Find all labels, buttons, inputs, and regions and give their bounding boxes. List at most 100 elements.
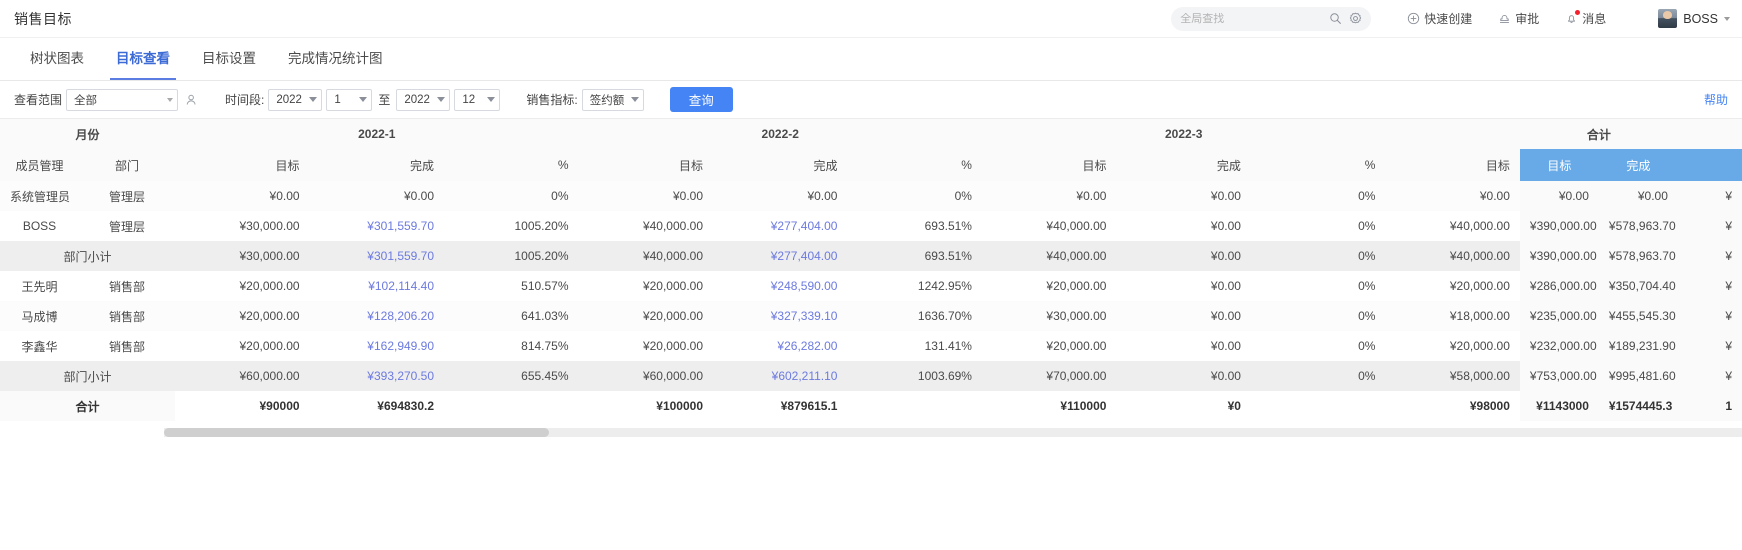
chevron-down-icon bbox=[167, 97, 174, 102]
m2-target-header: 目标 bbox=[578, 149, 713, 181]
cell-percent: 0% bbox=[847, 181, 982, 211]
scrollbar-thumb[interactable] bbox=[164, 428, 549, 437]
table-row[interactable]: 部门小计 ¥60,000.00 ¥393,270.50 655.45% ¥60,000.… bbox=[0, 361, 1742, 391]
cell-percent: 0% bbox=[1358, 339, 1376, 353]
cell-done[interactable]: ¥0.00 bbox=[1116, 211, 1250, 241]
table-row[interactable]: 李鑫华 销售部 ¥20,000.00 ¥162,949.90 814.75% ¥20,00… bbox=[0, 331, 1742, 361]
m4-target-header: 目标 bbox=[1385, 149, 1520, 181]
tab-completion-stats[interactable]: 完成情况统计图 bbox=[272, 38, 399, 80]
gear-icon[interactable] bbox=[1349, 12, 1362, 25]
header-right-section: 快速创建 审批 消息 BOSS bbox=[1171, 0, 1742, 37]
goal-table-container: 月份 2022-1 2022-2 2022-3 合计 成员管理 部门 目标 完成… bbox=[0, 119, 1742, 437]
approval-action[interactable]: 审批 bbox=[1498, 10, 1539, 27]
global-search-box[interactable] bbox=[1171, 6, 1372, 31]
cell-done[interactable]: ¥327,339.10 bbox=[713, 301, 848, 331]
cell-done[interactable]: ¥248,590.00 bbox=[713, 271, 847, 301]
completed-amount-link[interactable]: ¥102,114.40 bbox=[368, 279, 434, 293]
table-body: 系统管理员 管理层 ¥0.00 ¥0.00 0% ¥0.00 ¥0.00 0% ¥0.00 ¥0.… bbox=[0, 181, 1742, 421]
cell-total-done: ¥1574445.3 bbox=[1598, 391, 1678, 421]
cell-percent: 510.57% bbox=[521, 279, 569, 293]
cell-done[interactable]: ¥602,211.10 bbox=[713, 361, 848, 391]
search-icon[interactable] bbox=[1329, 12, 1342, 25]
cell-percent: 0% bbox=[1358, 219, 1376, 233]
cell-done[interactable]: ¥393,270.50 bbox=[309, 361, 445, 391]
completed-amount-link[interactable]: ¥162,949.90 bbox=[367, 339, 434, 353]
cell-done[interactable]: ¥162,949.90 bbox=[310, 331, 444, 361]
cell-done[interactable]: ¥0.00 bbox=[1116, 271, 1250, 301]
total-done-header: 完成 bbox=[1598, 149, 1678, 181]
m3-pct-header: % bbox=[1250, 149, 1386, 181]
cell-total-done: ¥189,231.90 bbox=[1598, 331, 1678, 361]
month-group-header-1: 2022-1 bbox=[175, 119, 579, 149]
search-input[interactable] bbox=[1180, 12, 1330, 25]
cell-overflow-clipped: ¥ bbox=[1677, 301, 1742, 331]
completed-amount-link[interactable]: ¥128,206.20 bbox=[367, 309, 434, 323]
metric-select[interactable]: 签约额 bbox=[581, 88, 644, 111]
completed-amount-link[interactable]: ¥277,404.00 bbox=[771, 219, 838, 233]
start-year-select[interactable]: 2022 bbox=[268, 88, 323, 111]
messages-action[interactable]: 消息 bbox=[1565, 10, 1606, 27]
cell-total-target: ¥753,000.00 bbox=[1519, 361, 1599, 391]
cell-done[interactable]: ¥301,559.70 bbox=[309, 241, 445, 271]
person-picker-icon[interactable] bbox=[185, 93, 199, 107]
table-row[interactable]: 部门小计 ¥30,000.00 ¥301,559.70 1005.20% ¥40,000… bbox=[0, 241, 1742, 271]
completed-amount-link[interactable]: ¥602,211.10 bbox=[772, 369, 838, 383]
avatar bbox=[1658, 9, 1678, 28]
cell-done[interactable]: ¥102,114.40 bbox=[310, 271, 444, 301]
stamp-icon bbox=[1498, 12, 1511, 25]
completed-amount-link[interactable]: ¥301,559.70 bbox=[367, 249, 434, 263]
cell-done[interactable]: ¥26,282.00 bbox=[713, 331, 847, 361]
period-label: 时间段: bbox=[225, 93, 265, 107]
quick-create-action[interactable]: 快速创建 bbox=[1407, 10, 1472, 27]
cell-done[interactable]: ¥277,404.00 bbox=[713, 241, 848, 271]
cell-total-target: ¥1143000 bbox=[1519, 391, 1599, 421]
cell-done[interactable]: ¥0.00 bbox=[1116, 361, 1251, 391]
cell-target: ¥20,000.00 bbox=[1046, 279, 1107, 293]
cell-done[interactable]: ¥277,404.00 bbox=[713, 211, 847, 241]
cell-done[interactable]: ¥0.00 bbox=[713, 181, 848, 211]
completed-amount-link[interactable]: ¥327,339.10 bbox=[771, 309, 838, 323]
cell-done[interactable]: ¥301,559.70 bbox=[310, 211, 444, 241]
cell-percent: 1003.69% bbox=[847, 361, 982, 391]
query-button[interactable]: 查询 bbox=[669, 87, 733, 112]
horizontal-scrollbar[interactable] bbox=[164, 428, 1742, 437]
tab-goal-settings[interactable]: 目标设置 bbox=[186, 38, 272, 80]
table-row[interactable]: 王先明 销售部 ¥20,000.00 ¥102,114.40 510.57% ¥20,00… bbox=[0, 271, 1742, 301]
completed-amount-link[interactable]: ¥26,282.00 bbox=[777, 339, 837, 353]
cell-target: ¥40,000.00 bbox=[578, 241, 713, 271]
row-dept-name: 销售部 bbox=[109, 339, 146, 354]
table-row[interactable]: 合计 ¥90000 ¥694830.2 ¥100000 ¥879615.1 ¥110000… bbox=[0, 391, 1742, 421]
cell-done[interactable]: ¥0.00 bbox=[1116, 331, 1250, 361]
table-row[interactable]: BOSS 管理层 ¥30,000.00 ¥301,559.70 1005.20% ¥40,… bbox=[0, 211, 1742, 241]
cell-target: ¥40,000.00 bbox=[642, 219, 703, 233]
cell-done[interactable]: ¥0.00 bbox=[309, 181, 445, 211]
cell-total-target: ¥232,000.00 bbox=[1519, 331, 1599, 361]
month-group-header-2: 2022-2 bbox=[578, 119, 982, 149]
cell-target: ¥90000 bbox=[175, 391, 310, 421]
completed-amount-link[interactable]: ¥393,270.50 bbox=[367, 369, 434, 383]
tab-tree-chart[interactable]: 树状图表 bbox=[14, 38, 100, 80]
cell-done[interactable]: ¥0.00 bbox=[1116, 181, 1251, 211]
table-row[interactable]: 马成博 销售部 ¥20,000.00 ¥128,206.20 641.03% ¥20,00… bbox=[0, 301, 1742, 331]
completed-amount-link[interactable]: ¥277,404.00 bbox=[771, 249, 838, 263]
completed-amount-link[interactable]: ¥301,559.70 bbox=[367, 219, 434, 233]
user-menu[interactable]: BOSS bbox=[1658, 9, 1730, 28]
row-subtotal-label: 部门小计 bbox=[0, 241, 176, 271]
completed-amount-link[interactable]: ¥248,590.00 bbox=[771, 279, 838, 293]
cell-target: ¥70,000.00 bbox=[981, 361, 1117, 391]
cell-target: ¥0.00 bbox=[175, 181, 310, 211]
cell-target: ¥58,000.00 bbox=[1385, 361, 1520, 391]
period-filter-group: 时间段: 2022 1 至 2022 12 bbox=[225, 88, 501, 111]
cell-overflow-clipped: 1 bbox=[1677, 391, 1742, 421]
cell-done[interactable]: ¥128,206.20 bbox=[309, 301, 445, 331]
start-month-select[interactable]: 1 bbox=[326, 88, 373, 111]
tab-goal-view[interactable]: 目标查看 bbox=[100, 38, 186, 80]
end-year-select[interactable]: 2022 bbox=[396, 88, 451, 111]
cell-done[interactable]: ¥0.00 bbox=[1116, 301, 1251, 331]
end-month-select[interactable]: 12 bbox=[454, 88, 501, 111]
approval-label: 审批 bbox=[1515, 12, 1540, 26]
help-link[interactable]: 帮助 bbox=[1704, 91, 1728, 108]
cell-done[interactable]: ¥0.00 bbox=[1116, 241, 1251, 271]
table-row[interactable]: 系统管理员 管理层 ¥0.00 ¥0.00 0% ¥0.00 ¥0.00 0% ¥0.00 ¥0.… bbox=[0, 181, 1742, 211]
scope-select[interactable]: 全部 bbox=[66, 88, 179, 111]
